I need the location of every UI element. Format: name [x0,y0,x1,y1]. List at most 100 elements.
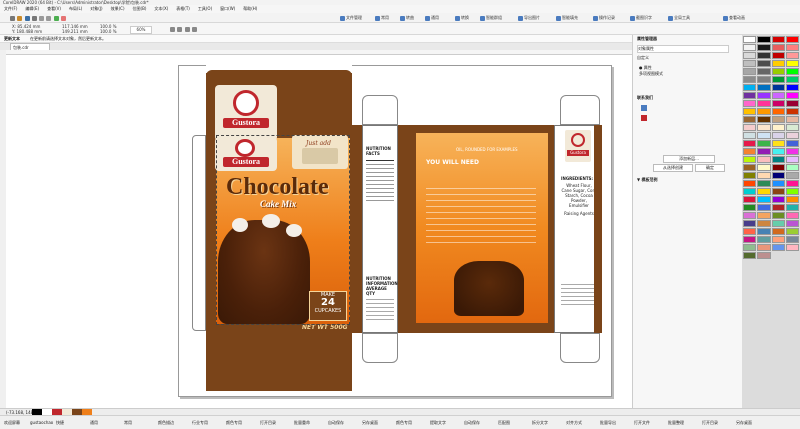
taskbar-item[interactable]: 批量导出 [600,419,616,426]
taskbar-item[interactable]: 打开目录 [260,419,276,426]
menu-bitmap[interactable]: 位图(B) [133,6,147,12]
selection-box[interactable] [216,135,350,325]
palette-swatch[interactable] [743,188,757,195]
palette-swatch[interactable] [757,140,771,147]
palette-swatch[interactable] [785,220,799,227]
taskbar-item[interactable]: 快捷 [56,419,64,426]
palette-swatch[interactable] [743,204,757,211]
palette-swatch[interactable] [743,100,757,107]
palette-swatch[interactable] [757,236,771,243]
palette-swatch[interactable] [757,60,771,67]
palette-swatch[interactable] [771,164,785,171]
convert-button[interactable]: 转换 [455,15,469,21]
print-icon[interactable] [31,15,37,21]
palette-swatch[interactable] [785,44,799,51]
align-left-icon[interactable] [170,26,175,32]
taskbar-item[interactable]: 行业专用 [192,419,208,426]
taskbar-item[interactable]: 另存桌面 [736,419,752,426]
menu-file[interactable]: 文件(F) [4,6,17,12]
taskbar-item[interactable]: 另存桌面 [362,419,378,426]
palette-swatch[interactable] [771,204,785,211]
palette-swatch[interactable] [785,76,799,83]
palette-swatch[interactable] [771,68,785,75]
menu-effects[interactable]: 效果(C) [111,6,125,12]
taskbar-item[interactable]: 颜色描边 [158,419,174,426]
align-center-icon[interactable] [177,26,183,32]
palette-swatch[interactable] [743,252,757,259]
palette-swatch[interactable] [757,204,771,211]
palette-swatch[interactable] [771,116,785,123]
palette-swatch[interactable] [771,52,785,59]
menu-tools[interactable]: 工具(O) [198,6,212,12]
palette-swatch[interactable] [771,196,785,203]
palette-swatch[interactable] [771,100,785,107]
palette-swatch[interactable] [771,236,785,243]
menu-window[interactable]: 窗口(W) [220,6,235,12]
palette-swatch[interactable] [785,60,799,67]
palette-swatch[interactable] [771,220,785,227]
palette-swatch[interactable] [771,228,785,235]
taskbar-item[interactable]: 颜色专用 [396,419,412,426]
taskbar-item[interactable]: 颜色专用 [226,419,242,426]
palette-swatch[interactable] [743,220,757,227]
smart-group-button[interactable]: 智能群组 [480,15,502,21]
palette-swatch[interactable] [757,132,771,139]
palette-swatch[interactable] [785,116,799,123]
palette-swatch[interactable] [785,124,799,131]
palette-swatch[interactable] [757,52,771,59]
menu-view[interactable]: 查看(V) [47,6,61,12]
menu-layout[interactable]: 布局(L) [69,6,82,12]
save-icon[interactable] [24,15,30,21]
palette-swatch[interactable] [757,116,771,123]
palette-swatch[interactable] [771,76,785,83]
taskbar-item[interactable]: 批量重命 [294,419,310,426]
palette-swatch[interactable] [785,172,799,179]
palette-swatch[interactable] [771,244,785,251]
taskbar-item[interactable]: 批量整理 [668,419,684,426]
palette-swatch[interactable] [743,196,757,203]
docker-item-multi-view[interactable]: 多项视图模式 [639,71,663,77]
menu-help[interactable]: 帮助(H) [243,6,257,12]
taskbar-item[interactable]: gustaochao [30,419,53,426]
palette-swatch[interactable] [785,188,799,195]
create-from-selection-button[interactable]: 从选择创建 [653,164,693,172]
palette-swatch[interactable] [757,196,771,203]
palette-swatch[interactable] [743,36,757,43]
palette-swatch[interactable] [743,228,757,235]
palette-swatch[interactable] [771,156,785,163]
palette-swatch[interactable] [771,60,785,67]
menu-edit[interactable]: 编辑(E) [25,6,39,12]
palette-swatch[interactable] [785,108,799,115]
palette-swatch[interactable] [771,140,785,147]
layer-icon[interactable] [641,105,647,111]
palette-swatch[interactable] [743,156,757,163]
palette-swatch[interactable] [771,212,785,219]
palette-swatch[interactable] [757,164,771,171]
mirror-icon[interactable] [191,26,197,32]
palette-swatch[interactable] [771,188,785,195]
new-icon[interactable] [10,15,15,21]
palette-swatch[interactable] [743,92,757,99]
document-tab[interactable]: 包装.cdr [10,43,50,50]
palette-swatch[interactable] [785,52,799,59]
palette-swatch[interactable] [743,68,757,75]
taskbar-item[interactable]: 自动保存 [464,419,480,426]
common-button[interactable]: 常用 [375,15,389,21]
palette-swatch[interactable] [757,92,771,99]
curve-button[interactable]: 转曲 [400,15,414,21]
palette-swatch[interactable] [757,252,771,259]
taskbar-item[interactable]: 自动保存 [328,419,344,426]
taskbar-item[interactable]: 打开文件 [634,419,650,426]
palette-swatch[interactable] [785,244,799,251]
palette-swatch[interactable] [743,140,757,147]
taskbar-item[interactable]: 对齐方式 [566,419,582,426]
redo-icon[interactable] [46,15,52,21]
palette-swatch[interactable] [743,172,757,179]
box-side-panel[interactable]: NUTRITION FACTS NUTRITION INFORMATION AV… [362,125,398,333]
lock-icon[interactable] [641,115,647,121]
palette-swatch[interactable] [785,212,799,219]
palette-swatch[interactable] [771,84,785,91]
palette-swatch[interactable] [771,172,785,179]
palette-swatch[interactable] [757,188,771,195]
palette-swatch[interactable] [743,212,757,219]
